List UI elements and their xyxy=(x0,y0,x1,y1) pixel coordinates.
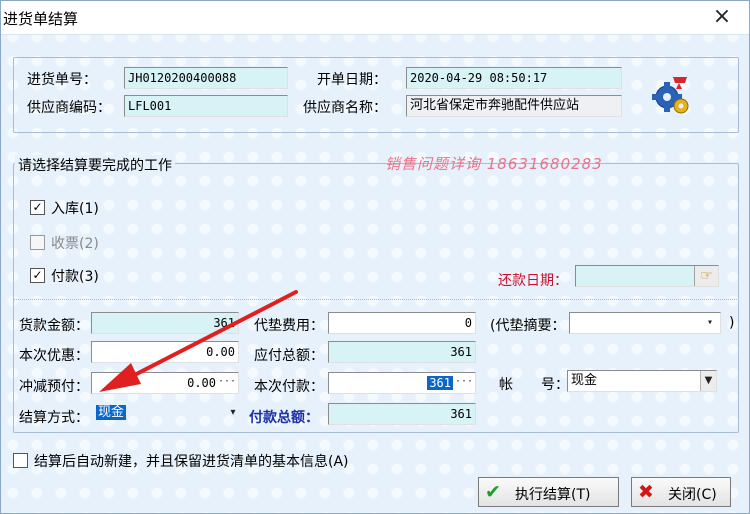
ellipsis-icon[interactable]: ··· xyxy=(455,375,473,391)
red-arrow-annotation xyxy=(99,290,298,392)
close-button[interactable]: ✖ 关闭(C) xyxy=(631,477,731,507)
paren-close: ) xyxy=(729,315,735,331)
advance-summary-label: (代垫摘要： xyxy=(490,318,566,334)
date-picker-icon[interactable]: ☞ xyxy=(694,266,718,286)
open-date-label: 开单日期： xyxy=(317,72,387,88)
advance-summary-field[interactable]: ▾ xyxy=(569,312,721,334)
auto-new-label: 结算后自动新建，并且保留进货清单的基本信息(A) xyxy=(34,454,349,470)
goods-amount-label: 货款金额： xyxy=(19,318,89,334)
auto-new-checkbox[interactable] xyxy=(13,453,28,468)
stock-in-label: 入库(1) xyxy=(51,201,99,217)
supplier-code-field[interactable]: LFL001 xyxy=(124,95,288,117)
stock-in-checkbox[interactable]: ✓ xyxy=(30,200,45,215)
supplier-name-field[interactable]: 河北省保定市奔驰配件供应站 xyxy=(406,95,622,117)
account-label: 帐 号： xyxy=(499,377,569,393)
invoice-label: 收票(2) xyxy=(51,236,99,252)
work-group-title: 请选择结算要完成的工作 xyxy=(15,155,175,175)
payment-label: 付款(3) xyxy=(51,269,99,285)
execute-settlement-button[interactable]: ✔ 执行结算(T) xyxy=(478,477,619,507)
title-bar: 进货单结算 × xyxy=(1,1,749,35)
gear-settlement-icon xyxy=(651,73,693,117)
repay-date-label: 还款日期： xyxy=(498,273,568,289)
chevron-down-icon[interactable]: ▾ xyxy=(225,403,241,423)
this-payment-value: 361 xyxy=(427,376,453,390)
open-date-field[interactable]: 2020-04-29 08:50:17 xyxy=(406,67,622,89)
window-title: 进货单结算 xyxy=(3,10,79,28)
settle-method-label: 结算方式： xyxy=(19,410,89,426)
advance-fee-field[interactable]: 0 xyxy=(328,312,476,334)
execute-settlement-label: 执行结算(T) xyxy=(515,487,591,503)
account-value: 现金 xyxy=(571,373,598,388)
chevron-down-icon[interactable]: ▾ xyxy=(702,313,718,333)
order-no-label: 进货单号： xyxy=(27,72,97,88)
chevron-down-icon[interactable]: ▼ xyxy=(700,371,716,391)
settle-method-select[interactable]: 现金 ▾ xyxy=(93,403,241,425)
prepay-offset-label: 冲减预付： xyxy=(19,379,89,395)
supplier-code-label: 供应商编码： xyxy=(27,100,111,116)
settle-method-value: 现金 xyxy=(96,405,127,420)
settlement-dialog: 进货单结算 × 进货单号： JH0120200400088 开单日期： 2020… xyxy=(0,0,750,514)
supplier-name-label: 供应商名称： xyxy=(303,100,387,116)
close-icon[interactable]: × xyxy=(709,4,735,30)
invoice-checkbox[interactable] xyxy=(30,235,45,250)
payable-total-field[interactable]: 361 xyxy=(328,341,476,363)
payment-total-field[interactable]: 361 xyxy=(328,403,476,425)
payment-checkbox[interactable]: ✓ xyxy=(30,268,45,283)
account-select[interactable]: 现金 ▼ xyxy=(567,370,717,392)
check-icon: ✔ xyxy=(485,481,501,503)
discount-label: 本次优惠： xyxy=(19,348,89,364)
this-payment-field[interactable]: 361 ··· xyxy=(328,372,476,394)
payment-total-label: 付款总额： xyxy=(249,410,319,426)
order-no-field[interactable]: JH0120200400088 xyxy=(124,67,288,89)
close-label: 关闭(C) xyxy=(668,487,717,503)
sales-watermark: 销售问题详询 18631680283 xyxy=(385,155,603,173)
close-icon: ✖ xyxy=(638,481,654,503)
